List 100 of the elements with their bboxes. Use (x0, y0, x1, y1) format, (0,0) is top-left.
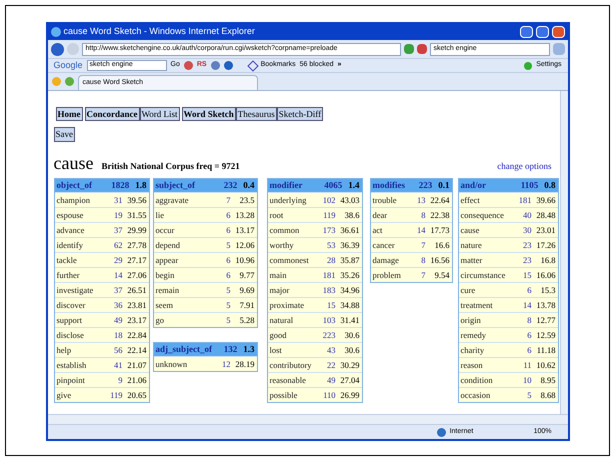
frequency-cell[interactable]: 41 (114, 360, 122, 370)
word-cell[interactable]: damage (372, 256, 422, 264)
word-cell[interactable]: possible (270, 390, 324, 400)
word-cell[interactable]: advance (56, 226, 114, 234)
word-cell[interactable]: further (56, 270, 114, 280)
word-cell[interactable]: occur (156, 226, 226, 234)
word-cell[interactable]: help (56, 346, 114, 354)
word-cell[interactable]: major (270, 286, 323, 294)
frequency-cell[interactable]: 5 (226, 286, 230, 294)
frequency-cell[interactable]: 37 (114, 286, 122, 294)
word-cell[interactable]: charity (460, 346, 528, 354)
word-cell[interactable]: good (270, 330, 323, 340)
frequency-cell[interactable]: 6 (226, 256, 230, 264)
frequency-cell[interactable]: 6 (527, 330, 532, 340)
frequency-cell[interactable]: 15 (327, 300, 336, 310)
word-cell[interactable]: pinpoint (56, 376, 118, 384)
word-cell[interactable]: nature (460, 240, 523, 250)
word-cell[interactable]: trouble (372, 196, 417, 204)
frequency-cell[interactable]: 23 (523, 256, 532, 264)
word-cell[interactable]: reasonable (270, 376, 327, 384)
frequency-cell[interactable]: 56 (114, 346, 122, 354)
frequency-cell[interactable]: 119 (110, 390, 122, 400)
frequency-cell[interactable]: 19 (114, 210, 122, 220)
frequency-cell[interactable]: 14 (417, 226, 426, 234)
frequency-cell[interactable]: 15 (523, 270, 532, 280)
word-cell[interactable]: cure (460, 286, 528, 294)
word-cell[interactable]: unknown (156, 360, 222, 368)
browser-icon[interactable] (50, 27, 60, 37)
frequency-cell[interactable]: 36 (114, 300, 122, 310)
word-cell[interactable]: natural (270, 316, 323, 324)
word-cell[interactable]: tackle (56, 256, 114, 264)
word-cell[interactable]: disclose (56, 330, 114, 340)
frequency-cell[interactable]: 6 (226, 210, 230, 220)
frequency-cell[interactable]: 102 (322, 196, 336, 204)
vertical-scrollbar[interactable] (560, 91, 568, 414)
frequency-cell[interactable]: 9 (118, 376, 122, 384)
frequency-cell[interactable]: 173 (322, 226, 336, 234)
word-cell[interactable]: aggravate (156, 196, 226, 204)
frequency-cell[interactable]: 49 (327, 376, 336, 384)
word-cell[interactable]: condition (460, 376, 523, 384)
frequency-cell[interactable]: 40 (523, 210, 532, 220)
frequency-cell[interactable]: 10 (523, 376, 532, 384)
minimize-button[interactable] (520, 26, 532, 38)
nav-button[interactable]: Word Sketch (182, 107, 236, 121)
frequency-cell[interactable]: 29 (114, 256, 122, 264)
word-cell[interactable]: effect (460, 196, 519, 204)
frequency-cell[interactable]: 7 (226, 196, 230, 204)
frequency-cell[interactable]: 119 (323, 210, 336, 220)
word-cell[interactable]: occasion (460, 390, 528, 400)
frequency-cell[interactable]: 5 (226, 300, 230, 310)
word-cell[interactable]: proximate (270, 300, 327, 310)
frequency-cell[interactable]: 7 (421, 240, 426, 250)
word-cell[interactable]: remain (156, 286, 226, 294)
frequency-cell[interactable]: 6 (226, 270, 230, 280)
close-button[interactable] (552, 26, 564, 38)
horizontal-scrollbar[interactable] (48, 414, 568, 424)
frequency-cell[interactable]: 110 (323, 390, 336, 400)
nav-button[interactable]: Sketch-Diff (276, 107, 324, 121)
back-button[interactable] (50, 42, 64, 56)
word-cell[interactable]: support (56, 316, 114, 324)
word-cell[interactable]: go (156, 316, 226, 324)
change-options-link[interactable]: change options (497, 160, 552, 174)
frequency-cell[interactable]: 7 (421, 270, 426, 280)
word-cell[interactable]: common (270, 226, 323, 234)
frequency-cell[interactable]: 223 (322, 330, 336, 340)
globe-icon[interactable] (436, 428, 446, 436)
frequency-cell[interactable]: 31 (114, 196, 122, 204)
frequency-cell[interactable]: 183 (322, 286, 336, 294)
frequency-cell[interactable]: 11 (523, 360, 532, 370)
frequency-cell[interactable]: 30 (523, 226, 532, 234)
maximize-button[interactable] (536, 26, 548, 38)
word-cell[interactable]: consequence (460, 210, 523, 220)
word-cell[interactable]: reason (460, 360, 524, 370)
frequency-cell[interactable]: 37 (114, 226, 122, 234)
frequency-cell[interactable]: 181 (518, 196, 532, 204)
word-cell[interactable]: begin (156, 270, 226, 280)
frequency-cell[interactable]: 13 (417, 196, 426, 204)
word-cell[interactable]: champion (56, 196, 114, 204)
word-cell[interactable]: treatment (460, 300, 523, 310)
frequency-cell[interactable]: 5 (226, 316, 230, 324)
frequency-cell[interactable]: 6 (527, 346, 532, 354)
frequency-cell[interactable]: 14 (114, 270, 122, 280)
word-cell[interactable]: lost (270, 346, 327, 354)
nav-button[interactable]: Home (56, 107, 82, 121)
frequency-cell[interactable]: 49 (114, 316, 122, 324)
frequency-cell[interactable]: 6 (226, 226, 230, 234)
word-cell[interactable]: identify (56, 240, 114, 250)
nav-button[interactable]: Concordance (84, 107, 140, 121)
frequency-cell[interactable]: 181 (322, 270, 336, 280)
word-cell[interactable]: circumstance (460, 270, 523, 280)
frequency-cell[interactable]: 62 (114, 240, 122, 250)
word-cell[interactable]: lie (156, 210, 226, 220)
word-cell[interactable]: remedy (460, 330, 528, 340)
word-cell[interactable]: dear (372, 210, 422, 220)
frequency-cell[interactable]: 22 (327, 360, 336, 370)
save-button[interactable]: Save (54, 127, 75, 142)
word-cell[interactable]: seem (156, 300, 226, 310)
word-cell[interactable]: origin (460, 316, 528, 324)
frequency-cell[interactable]: 5 (226, 240, 230, 250)
frequency-cell[interactable]: 8 (421, 210, 426, 220)
